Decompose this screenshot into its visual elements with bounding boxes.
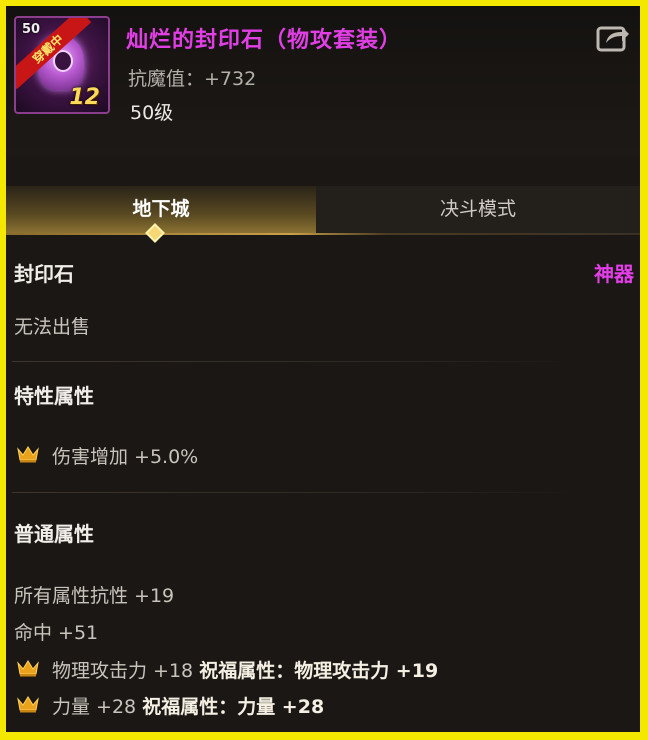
tab-duel-mode[interactable]: 决斗模式 [316, 186, 640, 234]
item-icon[interactable]: 50 穿戴中 12 [14, 16, 110, 114]
item-tooltip-panel: 50 穿戴中 12 灿烂的封印石（物攻套装） 抗魔值：+732 50级 地下城 … [6, 6, 640, 732]
divider [12, 492, 580, 493]
share-icon[interactable] [596, 22, 630, 54]
trait-section-title: 特性属性 [14, 384, 94, 408]
crown-icon [17, 696, 39, 713]
common-section-title: 普通属性 [14, 522, 94, 546]
tab-underline [6, 233, 640, 235]
enhance-level: 12 [69, 85, 100, 110]
blessed-stat-row: 物理攻击力 +18 祝福属性：物理攻击力 +19 [52, 656, 438, 683]
tab-dungeon[interactable]: 地下城 [6, 186, 316, 234]
sell-status: 无法出售 [14, 316, 91, 338]
item-type: 封印石 [14, 262, 74, 286]
magic-resist-value: 抗魔值：+732 [128, 68, 257, 90]
blessed-stat-row: 力量 +28 祝福属性：力量 +28 [52, 692, 324, 719]
bless-strength: 祝福属性：力量 +28 [142, 696, 325, 718]
bless-physical-attack: 祝福属性：物理攻击力 +19 [199, 660, 439, 682]
item-level: 50级 [130, 102, 174, 124]
mode-tabs: 地下城 决斗模式 [6, 186, 640, 234]
crown-icon [17, 660, 39, 677]
item-header: 50 穿戴中 12 灿烂的封印石（物攻套装） 抗魔值：+732 50级 [6, 6, 640, 156]
common-stat-hit: 命中 +51 [14, 622, 99, 644]
stat-strength: 力量 +28 [52, 696, 137, 718]
item-name: 灿烂的封印石（物攻套装） [126, 28, 403, 53]
rarity-label: 神器 [594, 262, 634, 286]
item-icon-level: 50 [22, 22, 41, 37]
trait-stat: 伤害增加 +5.0% [52, 446, 199, 468]
crown-icon [17, 446, 39, 463]
stat-physical-attack: 物理攻击力 +18 [52, 660, 194, 682]
common-stat-resist: 所有属性抗性 +19 [14, 585, 175, 607]
divider [12, 361, 580, 362]
